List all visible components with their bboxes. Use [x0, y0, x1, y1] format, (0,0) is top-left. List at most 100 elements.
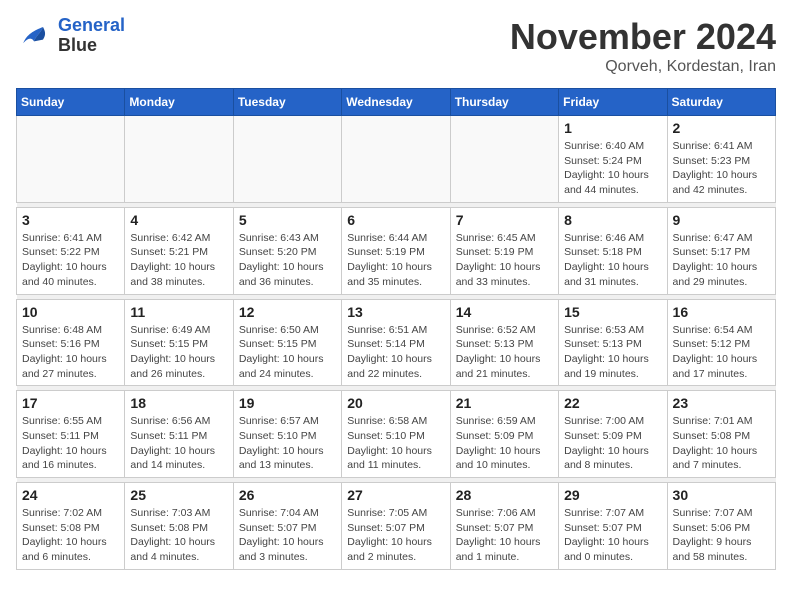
- day-info: Sunrise: 7:01 AMSunset: 5:08 PMDaylight:…: [673, 414, 770, 473]
- day-number: 9: [673, 212, 770, 228]
- day-number: 16: [673, 304, 770, 320]
- table-row: 19 Sunrise: 6:57 AMSunset: 5:10 PMDayligh…: [233, 391, 341, 478]
- day-info: Sunrise: 6:41 AMSunset: 5:22 PMDaylight:…: [22, 231, 119, 290]
- day-info: Sunrise: 6:55 AMSunset: 5:11 PMDaylight:…: [22, 414, 119, 473]
- table-row: 15 Sunrise: 6:53 AMSunset: 5:13 PMDayligh…: [559, 299, 667, 386]
- month-title: November 2024: [510, 16, 776, 58]
- table-row: 8 Sunrise: 6:46 AMSunset: 5:18 PMDaylight…: [559, 207, 667, 294]
- table-row: 13 Sunrise: 6:51 AMSunset: 5:14 PMDayligh…: [342, 299, 450, 386]
- day-info: Sunrise: 6:50 AMSunset: 5:15 PMDaylight:…: [239, 323, 336, 382]
- table-row: 2 Sunrise: 6:41 AMSunset: 5:23 PMDaylight…: [667, 116, 775, 203]
- day-info: Sunrise: 6:44 AMSunset: 5:19 PMDaylight:…: [347, 231, 444, 290]
- day-info: Sunrise: 6:57 AMSunset: 5:10 PMDaylight:…: [239, 414, 336, 473]
- calendar-week-4: 17 Sunrise: 6:55 AMSunset: 5:11 PMDayligh…: [17, 391, 776, 478]
- day-number: 15: [564, 304, 661, 320]
- day-info: Sunrise: 7:04 AMSunset: 5:07 PMDaylight:…: [239, 506, 336, 565]
- day-number: 30: [673, 487, 770, 503]
- table-row: 30 Sunrise: 7:07 AMSunset: 5:06 PMDayligh…: [667, 483, 775, 570]
- day-info: Sunrise: 6:49 AMSunset: 5:15 PMDaylight:…: [130, 323, 227, 382]
- table-row: 7Sunrise: 6:45 AMSunset: 5:19 PMDaylight…: [450, 207, 558, 294]
- table-row: 4 Sunrise: 6:42 AMSunset: 5:21 PMDaylight…: [125, 207, 233, 294]
- table-row: 21 Sunrise: 6:59 AMSunset: 5:09 PMDayligh…: [450, 391, 558, 478]
- table-row: 27Sunrise: 7:05 AMSunset: 5:07 PMDayligh…: [342, 483, 450, 570]
- table-row: [450, 116, 558, 203]
- day-number: 29: [564, 487, 661, 503]
- day-number: 1: [564, 120, 661, 136]
- day-number: 23: [673, 395, 770, 411]
- day-number: 24: [22, 487, 119, 503]
- day-number: 13: [347, 304, 444, 320]
- table-row: 10 Sunrise: 6:48 AMSunset: 5:16 PMDayligh…: [17, 299, 125, 386]
- day-info: Sunrise: 6:47 AMSunset: 5:17 PMDaylight:…: [673, 231, 770, 290]
- day-info: Sunrise: 6:43 AMSunset: 5:20 PMDaylight:…: [239, 231, 336, 290]
- day-number: 12: [239, 304, 336, 320]
- table-row: 28 Sunrise: 7:06 AMSunset: 5:07 PMDayligh…: [450, 483, 558, 570]
- day-info: Sunrise: 6:51 AMSunset: 5:14 PMDaylight:…: [347, 323, 444, 382]
- day-number: 26: [239, 487, 336, 503]
- day-info: Sunrise: 6:42 AMSunset: 5:21 PMDaylight:…: [130, 231, 227, 290]
- day-number: 3: [22, 212, 119, 228]
- table-row: 9 Sunrise: 6:47 AMSunset: 5:17 PMDaylight…: [667, 207, 775, 294]
- col-thursday: Thursday: [450, 89, 558, 116]
- title-area: November 2024 Qorveh, Kordestan, Iran: [510, 16, 776, 76]
- day-number: 10: [22, 304, 119, 320]
- day-number: 21: [456, 395, 553, 411]
- day-info: Sunrise: 6:59 AMSunset: 5:09 PMDaylight:…: [456, 414, 553, 473]
- day-info: Sunrise: 6:48 AMSunset: 5:16 PMDaylight:…: [22, 323, 119, 382]
- day-info: Sunrise: 6:41 AMSunset: 5:23 PMDaylight:…: [673, 139, 770, 198]
- logo-text: General Blue: [58, 16, 125, 56]
- col-tuesday: Tuesday: [233, 89, 341, 116]
- day-info: Sunrise: 6:58 AMSunset: 5:10 PMDaylight:…: [347, 414, 444, 473]
- calendar-week-3: 10 Sunrise: 6:48 AMSunset: 5:16 PMDayligh…: [17, 299, 776, 386]
- day-number: 19: [239, 395, 336, 411]
- day-info: Sunrise: 7:00 AMSunset: 5:09 PMDaylight:…: [564, 414, 661, 473]
- day-number: 20: [347, 395, 444, 411]
- day-number: 4: [130, 212, 227, 228]
- day-number: 6: [347, 212, 444, 228]
- day-number: 14: [456, 304, 553, 320]
- day-info: Sunrise: 6:46 AMSunset: 5:18 PMDaylight:…: [564, 231, 661, 290]
- day-number: 2: [673, 120, 770, 136]
- day-info: Sunrise: 6:40 AMSunset: 5:24 PMDaylight:…: [564, 139, 661, 198]
- table-row: [125, 116, 233, 203]
- table-row: 20 Sunrise: 6:58 AMSunset: 5:10 PMDayligh…: [342, 391, 450, 478]
- day-number: 5: [239, 212, 336, 228]
- day-info: Sunrise: 6:52 AMSunset: 5:13 PMDaylight:…: [456, 323, 553, 382]
- location: Qorveh, Kordestan, Iran: [510, 58, 776, 76]
- calendar-week-1: 1 Sunrise: 6:40 AMSunset: 5:24 PMDaylight…: [17, 116, 776, 203]
- day-number: 17: [22, 395, 119, 411]
- table-row: 3 Sunrise: 6:41 AMSunset: 5:22 PMDaylight…: [17, 207, 125, 294]
- logo: General Blue: [16, 16, 125, 56]
- day-info: Sunrise: 7:06 AMSunset: 5:07 PMDaylight:…: [456, 506, 553, 565]
- table-row: [233, 116, 341, 203]
- table-row: 17 Sunrise: 6:55 AMSunset: 5:11 PMDayligh…: [17, 391, 125, 478]
- day-number: 28: [456, 487, 553, 503]
- day-info: Sunrise: 7:05 AMSunset: 5:07 PMDaylight:…: [347, 506, 444, 565]
- day-number: 11: [130, 304, 227, 320]
- day-info: Sunrise: 6:54 AMSunset: 5:12 PMDaylight:…: [673, 323, 770, 382]
- col-friday: Friday: [559, 89, 667, 116]
- logo-icon: [16, 18, 52, 54]
- day-info: Sunrise: 6:56 AMSunset: 5:11 PMDaylight:…: [130, 414, 227, 473]
- calendar-table: Sunday Monday Tuesday Wednesday Thursday…: [16, 88, 776, 570]
- col-sunday: Sunday: [17, 89, 125, 116]
- day-info: Sunrise: 7:07 AMSunset: 5:07 PMDaylight:…: [564, 506, 661, 565]
- col-saturday: Saturday: [667, 89, 775, 116]
- day-number: 25: [130, 487, 227, 503]
- table-row: 5 Sunrise: 6:43 AMSunset: 5:20 PMDaylight…: [233, 207, 341, 294]
- col-wednesday: Wednesday: [342, 89, 450, 116]
- day-number: 22: [564, 395, 661, 411]
- table-row: 11 Sunrise: 6:49 AMSunset: 5:15 PMDayligh…: [125, 299, 233, 386]
- day-info: Sunrise: 6:45 AMSunset: 5:19 PMDaylight:…: [456, 231, 553, 290]
- table-row: 16 Sunrise: 6:54 AMSunset: 5:12 PMDayligh…: [667, 299, 775, 386]
- day-info: Sunrise: 7:07 AMSunset: 5:06 PMDaylight:…: [673, 506, 770, 565]
- table-row: 6 Sunrise: 6:44 AMSunset: 5:19 PMDaylight…: [342, 207, 450, 294]
- page-header: General Blue November 2024 Qorveh, Korde…: [16, 16, 776, 76]
- table-row: 23 Sunrise: 7:01 AMSunset: 5:08 PMDayligh…: [667, 391, 775, 478]
- col-monday: Monday: [125, 89, 233, 116]
- table-row: 1 Sunrise: 6:40 AMSunset: 5:24 PMDaylight…: [559, 116, 667, 203]
- day-info: Sunrise: 6:53 AMSunset: 5:13 PMDaylight:…: [564, 323, 661, 382]
- day-number: 8: [564, 212, 661, 228]
- table-row: 18Sunrise: 6:56 AMSunset: 5:11 PMDayligh…: [125, 391, 233, 478]
- table-row: 14 Sunrise: 6:52 AMSunset: 5:13 PMDayligh…: [450, 299, 558, 386]
